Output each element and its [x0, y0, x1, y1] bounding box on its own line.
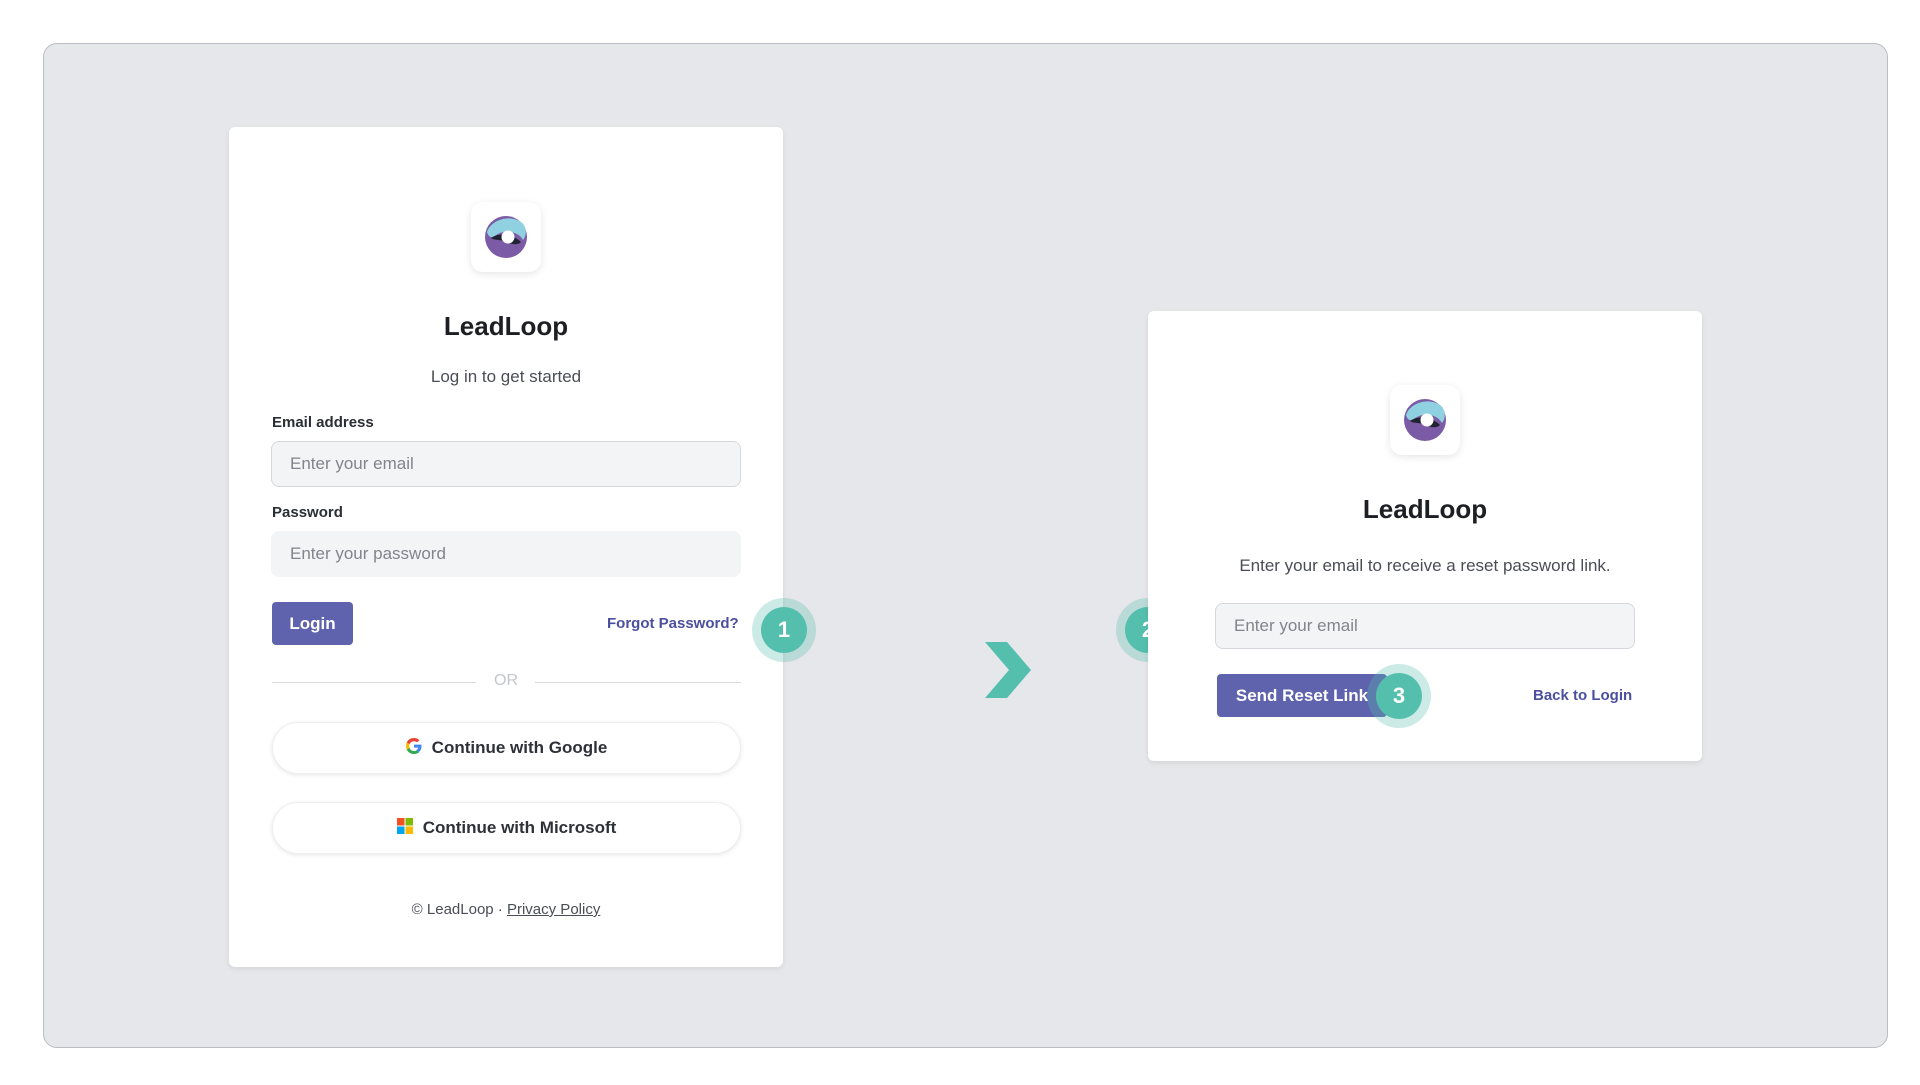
footer-copyright: © LeadLoop ·: [411, 901, 507, 918]
login-button[interactable]: Login: [272, 602, 353, 645]
google-sso-button[interactable]: Continue with Google: [272, 722, 741, 774]
microsoft-button-label: Continue with Microsoft: [422, 818, 617, 837]
forgot-password-link[interactable]: Forgot Password?: [607, 615, 739, 632]
brand-name: LeadLoop: [443, 311, 569, 341]
step-number-1: 1: [761, 607, 807, 653]
google-button-label: Continue with Google: [431, 738, 608, 757]
login-card: LeadLoop Log in to get started Email add…: [229, 127, 783, 967]
password-input[interactable]: [271, 531, 741, 577]
email-label: Email address: [272, 414, 374, 431]
reset-instruction: Enter your email to receive a reset pass…: [1239, 556, 1611, 575]
brand-name: LeadLoop: [1362, 494, 1488, 524]
logo-icon: [1390, 385, 1460, 455]
microsoft-sso-button[interactable]: Continue with Microsoft: [272, 802, 741, 854]
step-marker-3: 3: [1367, 664, 1431, 728]
step-marker-1: 1: [752, 598, 816, 662]
login-subtitle: Log in to get started: [430, 367, 582, 386]
logo-icon: [471, 202, 541, 272]
divider-text: OR: [494, 672, 518, 689]
send-reset-link-button[interactable]: Send Reset Link: [1217, 674, 1387, 717]
divider-right: [535, 682, 741, 683]
back-to-login-link[interactable]: Back to Login: [1533, 687, 1632, 704]
password-label: Password: [272, 504, 343, 521]
google-icon: [405, 737, 422, 759]
step-number-3: 3: [1376, 673, 1422, 719]
privacy-policy-link[interactable]: Privacy Policy: [507, 901, 600, 918]
footer: © LeadLoop · Privacy Policy: [229, 901, 783, 918]
email-input[interactable]: [271, 441, 741, 487]
divider-left: [272, 682, 476, 683]
microsoft-icon: [396, 817, 413, 839]
reset-email-input[interactable]: [1215, 603, 1635, 649]
chevron-right-icon: [985, 642, 1033, 703]
flow-canvas: LeadLoop Log in to get started Email add…: [43, 43, 1888, 1048]
